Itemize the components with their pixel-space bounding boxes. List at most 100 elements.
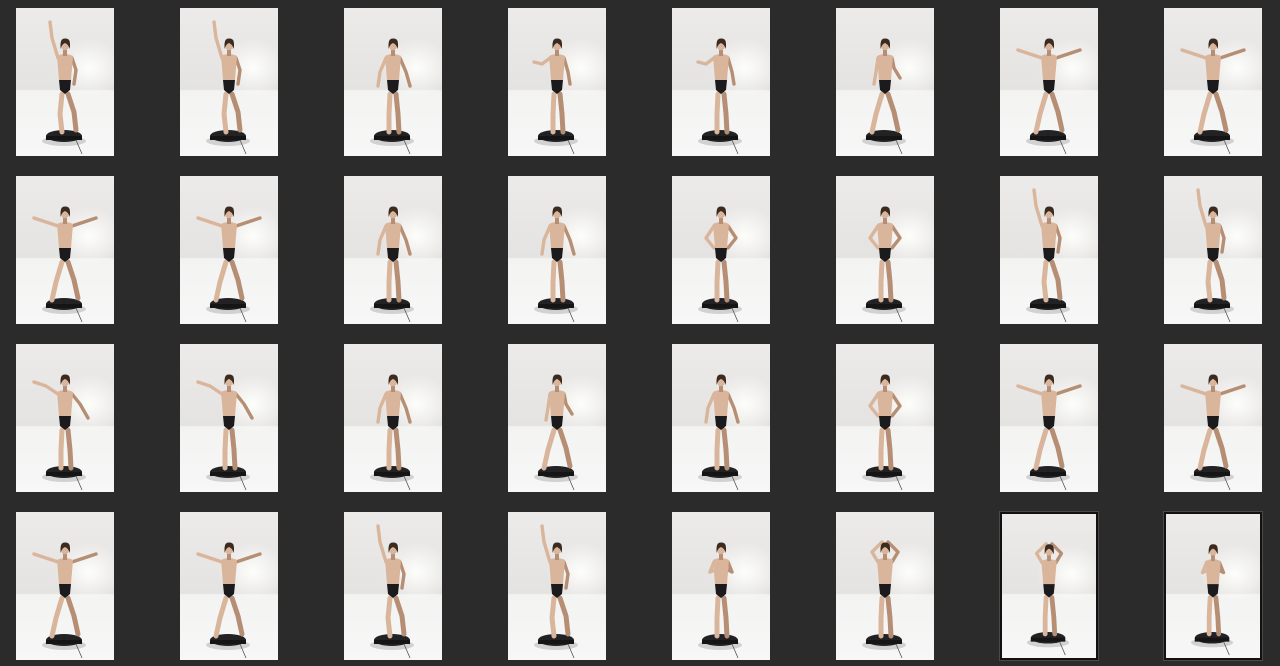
arm <box>1218 48 1246 60</box>
photo-thumbnail[interactable] <box>1000 176 1098 324</box>
turntable-side <box>866 472 902 476</box>
arm <box>868 224 880 250</box>
turntable-side <box>866 136 902 140</box>
leg <box>1041 259 1049 303</box>
photo-thumbnail[interactable] <box>672 176 770 324</box>
arm <box>540 224 552 256</box>
photo-image <box>370 38 414 155</box>
arm <box>532 56 552 66</box>
arm <box>890 224 902 250</box>
turntable-side <box>702 472 738 476</box>
photo-image <box>370 524 414 659</box>
leg <box>1033 427 1049 471</box>
leg <box>393 91 402 135</box>
torso <box>713 222 729 250</box>
photo-image <box>32 374 90 491</box>
photo-thumbnail[interactable] <box>836 344 934 492</box>
leg <box>721 427 730 471</box>
torso <box>57 54 73 82</box>
photo-image <box>1190 544 1234 656</box>
leg <box>1049 427 1065 469</box>
photo-thumbnail[interactable] <box>1000 344 1098 492</box>
leg <box>869 91 885 135</box>
leg <box>1042 595 1049 637</box>
arm <box>1054 384 1082 396</box>
photo-thumbnail[interactable] <box>672 512 770 660</box>
leg <box>57 91 65 135</box>
arm <box>726 56 736 86</box>
photo-thumbnail[interactable] <box>16 344 114 492</box>
photo-thumbnail[interactable] <box>1163 511 1263 661</box>
leg <box>714 91 721 135</box>
photo-thumbnail[interactable] <box>672 8 770 156</box>
leg <box>1213 595 1222 637</box>
photo-thumbnail[interactable] <box>1000 8 1098 156</box>
photo-thumbnail[interactable] <box>508 512 606 660</box>
photo-thumbnail[interactable] <box>508 176 606 324</box>
photo-thumbnail[interactable] <box>1164 344 1262 492</box>
leg <box>1033 91 1049 135</box>
leg <box>229 427 238 471</box>
photo-image <box>534 524 578 659</box>
photo-thumbnail[interactable] <box>16 512 114 660</box>
torso <box>549 222 565 250</box>
turntable-side <box>538 304 574 308</box>
turntable-side <box>210 136 246 140</box>
photo-thumbnail[interactable] <box>180 176 278 324</box>
photo-image <box>196 374 254 491</box>
photo-thumbnail[interactable] <box>16 8 114 156</box>
photo-thumbnail[interactable] <box>1164 8 1262 156</box>
photo-image <box>1180 38 1246 155</box>
photo-thumbnail[interactable] <box>508 344 606 492</box>
arm <box>544 392 552 422</box>
photo-image <box>370 374 414 491</box>
photo-thumbnail[interactable] <box>344 344 442 492</box>
arm <box>562 56 572 86</box>
leg <box>878 259 885 303</box>
leg <box>721 91 730 135</box>
photo-thumbnail[interactable] <box>180 512 278 660</box>
torso <box>1205 559 1221 586</box>
turntable-side <box>210 304 246 308</box>
leg <box>557 259 566 303</box>
torso <box>549 558 565 586</box>
leg <box>65 595 81 637</box>
leg <box>714 427 721 471</box>
leg <box>885 427 894 471</box>
photo-thumbnail[interactable] <box>672 344 770 492</box>
arm <box>562 560 570 590</box>
photo-thumbnail[interactable] <box>836 8 934 156</box>
photo-thumbnail[interactable] <box>16 176 114 324</box>
torso <box>221 54 237 82</box>
photo-thumbnail[interactable] <box>999 511 1099 661</box>
arm <box>234 56 242 86</box>
leg <box>557 427 573 469</box>
photo-image <box>532 38 578 155</box>
turntable <box>1030 632 1066 644</box>
thumbnail-grid <box>0 0 1280 666</box>
leg <box>393 427 402 471</box>
photo-image <box>862 540 906 659</box>
turntable-side <box>1030 472 1066 476</box>
photo-thumbnail[interactable] <box>1164 176 1262 324</box>
photo-image <box>42 20 86 155</box>
photo-thumbnail[interactable] <box>836 176 934 324</box>
torso <box>713 558 729 586</box>
arm <box>196 216 224 228</box>
arm <box>1180 384 1208 396</box>
leg <box>885 91 901 133</box>
photo-thumbnail[interactable] <box>508 8 606 156</box>
photo-thumbnail[interactable] <box>344 512 442 660</box>
photo-thumbnail[interactable] <box>180 344 278 492</box>
photo-thumbnail[interactable] <box>180 8 278 156</box>
photo-thumbnail[interactable] <box>836 512 934 660</box>
leg <box>229 259 245 301</box>
arm <box>1218 224 1226 254</box>
leg <box>49 595 65 639</box>
leg <box>878 427 885 471</box>
arm <box>234 392 254 420</box>
photo-thumbnail[interactable] <box>344 8 442 156</box>
arm <box>872 56 880 86</box>
photo-thumbnail[interactable] <box>344 176 442 324</box>
photo-image <box>698 206 742 323</box>
